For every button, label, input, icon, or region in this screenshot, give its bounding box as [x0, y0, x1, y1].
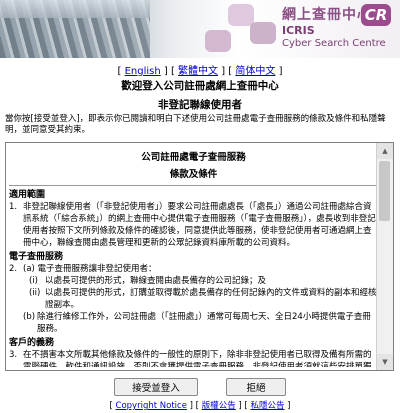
section-heading: 適用範圍: [9, 190, 46, 200]
language-bar: [ English ] [ 繁體中文 ] [ 简体中文 ]: [117, 66, 283, 77]
lang-simplified-link[interactable]: 简体中文: [235, 66, 275, 77]
scrollbar-thumb[interactable]: [379, 161, 390, 221]
scroll-down-arrow-icon[interactable]: ▼: [377, 354, 393, 370]
para-text: 非登記聯線使用者（「非登記使用者」）要求公司註冊處處長（「處長」）通過公司註冊處…: [23, 202, 376, 248]
terms-paragraph: 1. 非登記聯線使用者（「非登記使用者」）要求公司註冊處處長（「處長」）通過公司…: [9, 201, 378, 249]
action-buttons: 接受並登入 拒絕: [0, 378, 400, 396]
para-text: 在不損害本文所載其他條款及條件的一般性的原則下，除非非登記使用者已取得及備有所需…: [23, 350, 372, 367]
logo-chinese-title: 網上查冊中心: [282, 7, 372, 23]
puzzle-decoration: [205, 30, 231, 52]
logo-english-title: Cyber Search Centre: [282, 38, 386, 49]
copyright-notice-zh-link[interactable]: 版權公告: [202, 401, 236, 411]
scroll-up-arrow-icon[interactable]: ▲: [377, 143, 393, 159]
photo-sky: [0, 0, 150, 18]
header-banner: 網上查冊中心 CR ICRIS Cyber Search Centre: [0, 0, 400, 58]
subpara-text: 以處長可提供的形式，聯線查閱由處長備存的公司記錄；及: [45, 276, 267, 286]
terms-paragraph: 3. 在不損害本文所載其他條款及條件的一般性的原則下，除非非登記使用者已取得及備…: [9, 349, 378, 367]
para-number: 1.: [9, 202, 18, 212]
accept-login-button[interactable]: 接受並登入: [114, 378, 198, 396]
terms-paragraph: 2. (a) 電子查冊服務讓非登記使用者：: [9, 263, 378, 275]
lang-english-link[interactable]: English: [125, 66, 161, 77]
section-heading: 電子查冊服務: [9, 252, 64, 262]
terms-scrollbar[interactable]: ▲ ▼: [376, 143, 393, 370]
lang-traditional-link[interactable]: 繁體中文: [178, 66, 218, 77]
terms-subparagraph: (b) 除進行維修工作外，公司註冊處（「註冊處」）通常可每周七天、全日24小時提…: [23, 311, 378, 335]
logo-icris: ICRIS: [282, 24, 315, 37]
subpara-number: (i): [29, 276, 38, 286]
subpara-number: (ii): [29, 288, 41, 298]
cr-logo: CR: [361, 4, 391, 26]
intro-text: 當你按[接受並登入]，即表示你已閱讀和明白下述使用公司註冊處電子查冊服務的條款及…: [5, 114, 386, 135]
section-heading: 客戶的義務: [9, 338, 55, 348]
para-text: (a) 電子查冊服務讓非登記使用者：: [23, 264, 157, 274]
terms-subparagraph: (i) 以處長可提供的形式，聯線查閱由處長備存的公司記錄；及: [29, 275, 378, 287]
puzzle-decoration: [250, 22, 276, 44]
puzzle-decoration: [228, 4, 254, 26]
copyright-notice-link[interactable]: Copyright Notice: [116, 401, 187, 411]
reject-button[interactable]: 拒絕: [226, 378, 286, 396]
privacy-notice-link[interactable]: 私隱公告: [250, 401, 284, 411]
footer-links: [ Copyright Notice ] [ 版權公告 ] [ 私隱公告 ]: [109, 401, 291, 411]
terms-scroll-box[interactable]: 公司註冊處電子查冊服務 條款及條件 適用範圍 1. 非登記聯線使用者（「非登記使…: [5, 142, 394, 371]
terms-content: 公司註冊處電子查冊服務 條款及條件 適用範圍 1. 非登記聯線使用者（「非登記使…: [9, 146, 378, 367]
subpara-number: (b): [23, 312, 36, 322]
para-number: 3.: [9, 350, 18, 360]
para-number: 2.: [9, 264, 18, 274]
subpara-text: 除進行維修工作外，公司註冊處（「註冊處」）通常可每周七天、全日24小時提供電子查…: [37, 312, 371, 334]
divider: [9, 185, 378, 186]
subpara-text: 以處長可提供的形式，訂購並取得載於處長備存的任何記錄內的文件或資料的副本和經核證…: [45, 288, 377, 310]
terms-subparagraph: (ii) 以處長可提供的形式，訂購並取得載於處長備存的任何記錄內的文件或資料的副…: [29, 287, 378, 311]
page-title: 歡迎登入公司註冊處網上查冊中心: [121, 80, 279, 92]
terms-title: 公司註冊處電子查冊服務: [141, 152, 246, 163]
user-type-heading: 非登記聯線使用者: [158, 99, 242, 111]
terms-subtitle: 條款及條件: [169, 169, 218, 180]
